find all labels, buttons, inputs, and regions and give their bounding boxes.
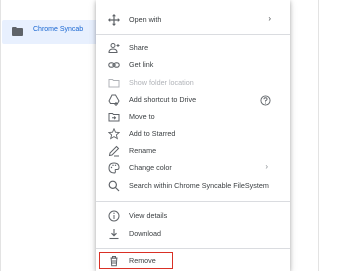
folder-move-icon: [108, 111, 120, 123]
menu-item-move-to[interactable]: Move to: [96, 109, 290, 126]
file-name: Chrome Syncab: [33, 26, 84, 33]
pencil-icon: [108, 145, 120, 157]
remove-highlight-box: [99, 252, 173, 269]
add-starred-label: Add to Starred: [129, 129, 176, 138]
menu-divider: [96, 34, 290, 35]
chevron-right-icon: ›: [268, 14, 271, 23]
palette-icon: [108, 162, 120, 174]
menu-item-view-details[interactable]: View details: [96, 208, 290, 225]
context-menu: Open with › Share Get link Show folder l…: [96, 0, 290, 271]
help-circle-icon[interactable]: [260, 94, 271, 106]
search-within-label: Search within Chrome Syncable FileSystem: [129, 181, 269, 190]
link-icon: [108, 59, 120, 71]
menu-item-change-color[interactable]: Change color ›: [96, 160, 290, 177]
folder-outline-icon: [108, 77, 120, 89]
drive-shortcut-icon: [108, 94, 120, 106]
star-outline-icon: [108, 128, 120, 140]
menu-item-open-with[interactable]: Open with ›: [96, 12, 290, 29]
get-link-label: Get link: [129, 60, 154, 69]
menu-item-download[interactable]: Download: [96, 226, 290, 243]
move-arrows-icon: [108, 14, 120, 26]
menu-item-show-folder-location[interactable]: Show folder location: [96, 75, 290, 92]
left-border: [0, 0, 1, 271]
right-border: [318, 0, 319, 271]
show-folder-location-label: Show folder location: [129, 78, 194, 87]
menu-item-add-starred[interactable]: Add to Starred: [96, 126, 290, 143]
folder-icon: [12, 27, 23, 36]
share-label: Share: [129, 43, 149, 52]
search-icon: [108, 180, 120, 192]
change-color-label: Change color: [129, 163, 172, 172]
rename-label: Rename: [129, 146, 157, 155]
download-label: Download: [129, 229, 161, 238]
chevron-right-icon: ›: [265, 162, 268, 171]
menu-item-share[interactable]: Share: [96, 40, 290, 57]
menu-item-search-within[interactable]: Search within Chrome Syncable FileSystem: [96, 178, 290, 195]
open-with-label: Open with: [129, 15, 162, 24]
add-shortcut-label: Add shortcut to Drive: [129, 95, 197, 104]
info-icon: [108, 210, 120, 222]
menu-divider: [96, 248, 290, 249]
menu-item-rename[interactable]: Rename: [96, 143, 290, 160]
download-icon: [108, 228, 120, 240]
move-to-label: Move to: [129, 112, 155, 121]
menu-item-add-shortcut[interactable]: Add shortcut to Drive: [96, 92, 290, 109]
person-add-icon: [108, 42, 120, 54]
view-details-label: View details: [129, 211, 168, 220]
menu-item-get-link[interactable]: Get link: [96, 57, 290, 74]
menu-divider: [96, 201, 290, 202]
